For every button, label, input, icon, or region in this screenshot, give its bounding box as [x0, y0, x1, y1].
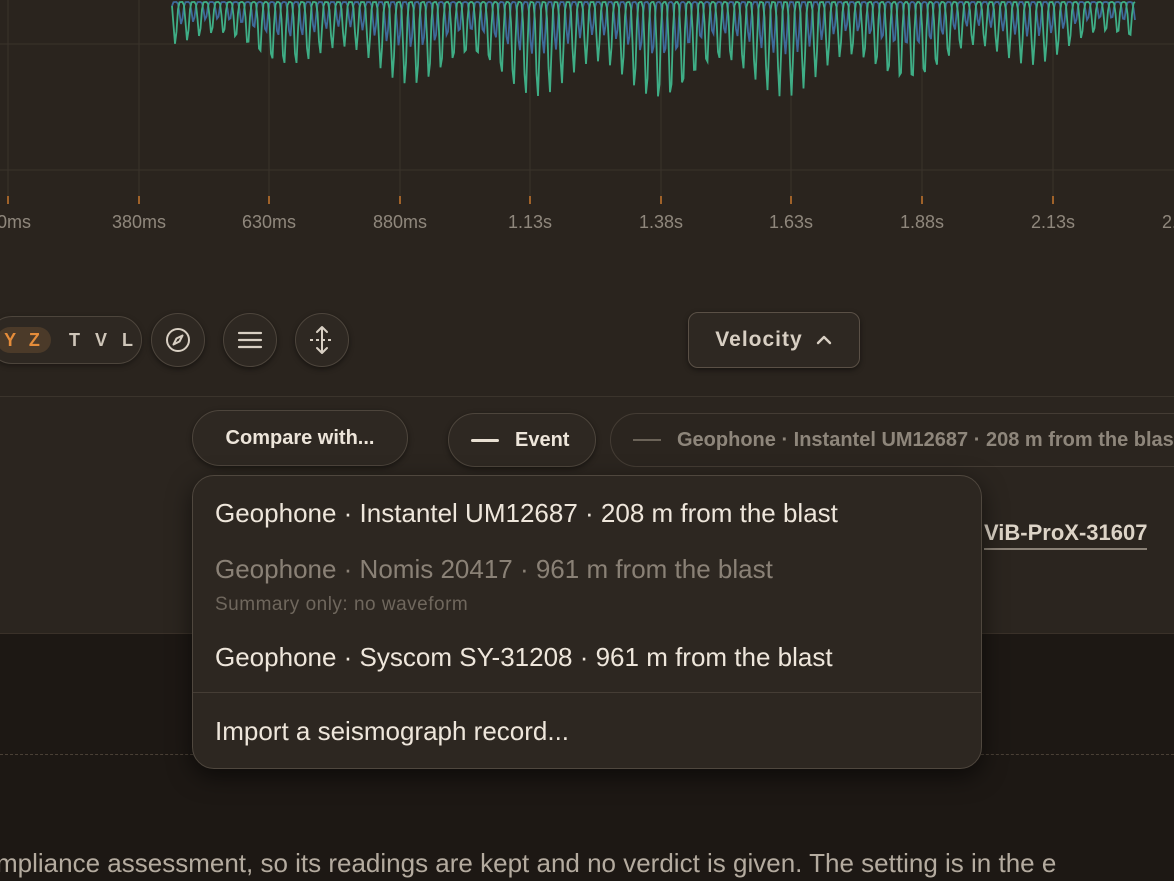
instrument-link[interactable]: ViB-ProX-31607: [984, 520, 1148, 550]
compare-with-button[interactable]: Compare with...: [192, 410, 408, 466]
time-tick-label: 1.38s: [638, 212, 684, 232]
list-icon: [237, 331, 263, 349]
geophone-chip[interactable]: Geophone · Instantel UM12687 · 208 m fro…: [610, 413, 1174, 467]
time-tick-label: 880ms: [372, 212, 428, 232]
event-chip-label: Event: [515, 428, 570, 451]
compass-icon: [166, 328, 190, 352]
component-toggle[interactable]: Y Z T V L: [0, 316, 142, 364]
time-tick-label: 1.63s: [768, 212, 814, 232]
dropdown-option-note: Summary only: no waveform: [215, 594, 469, 615]
geophone-chip-label: Geophone · Instantel UM12687 · 208 m fro…: [677, 428, 1174, 451]
event-chip[interactable]: Event: [448, 413, 596, 467]
import-record-option[interactable]: Import a seismograph record...: [215, 716, 569, 747]
chevron-up-icon: [816, 335, 831, 345]
move-button[interactable]: [295, 313, 349, 367]
waveform-chart: 0ms 380ms 630ms 880ms 1.13s 1.38s 1.63s …: [0, 0, 1174, 270]
time-tick-label: 2.13s: [1030, 212, 1076, 232]
event-line-swatch: [471, 438, 499, 442]
time-tick-label: 0ms: [0, 212, 32, 232]
list-button[interactable]: [223, 313, 277, 367]
component-tvl-option[interactable]: T V L: [69, 327, 138, 353]
geophone-line-swatch: [633, 439, 661, 441]
velocity-label: Velocity: [715, 328, 803, 351]
time-tick-label: 1.13s: [507, 212, 553, 232]
waveform-svg: [0, 0, 1174, 204]
dropdown-option-disabled: Geophone · Nomis 20417 · 961 m from the …: [215, 554, 773, 584]
component-yz-option[interactable]: Y Z: [0, 327, 51, 353]
time-tick-label: 2.38s: [1161, 212, 1174, 232]
compass-button[interactable]: [151, 313, 205, 367]
time-tick-label: 630ms: [241, 212, 297, 232]
dropdown-option[interactable]: Geophone · Syscom SY-31208 · 961 m from …: [215, 642, 833, 673]
time-tick-label: 1.88s: [899, 212, 945, 232]
assessment-note: mpliance assessment, so its readings are…: [0, 848, 1057, 878]
time-tick-label: 380ms: [111, 212, 167, 232]
velocity-dropdown[interactable]: Velocity: [688, 312, 860, 368]
dropdown-separator: [193, 692, 981, 693]
compare-dropdown-menu: Geophone · Instantel UM12687 · 208 m fro…: [192, 475, 982, 769]
move-arrows-icon: [310, 326, 334, 354]
compare-with-label: Compare with...: [225, 426, 375, 449]
dropdown-option[interactable]: Geophone · Instantel UM12687 · 208 m fro…: [215, 498, 838, 529]
